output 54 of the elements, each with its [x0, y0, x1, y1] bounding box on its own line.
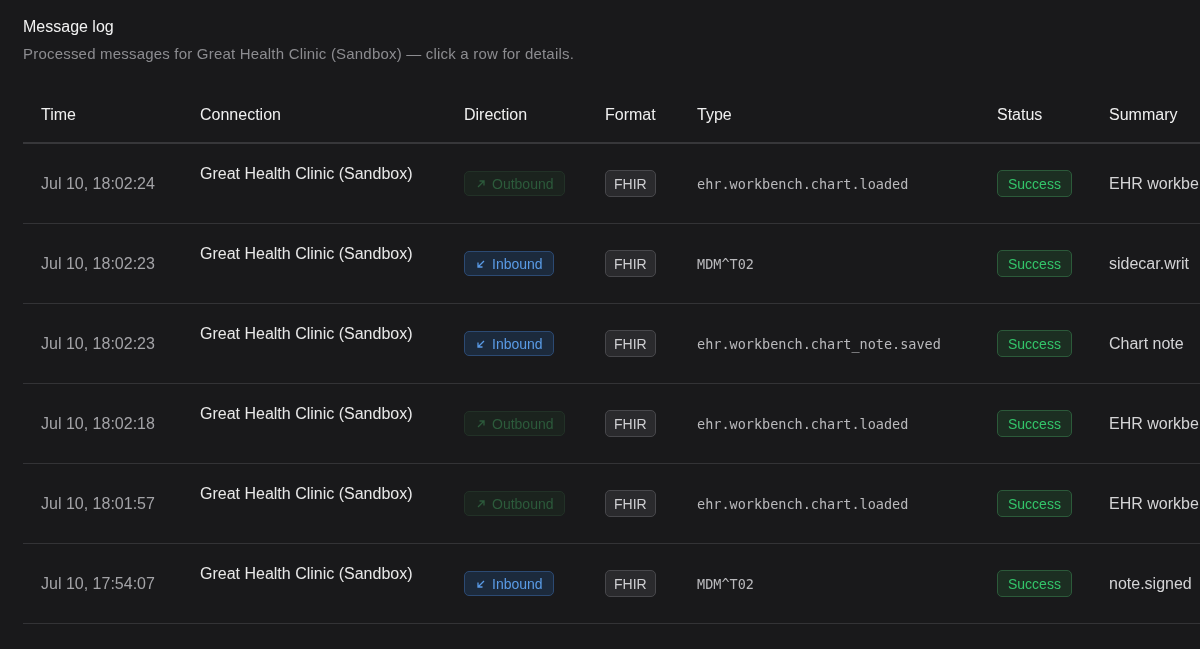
format-badge: FHIR	[605, 570, 656, 597]
summary-cell-text: sidecar.writ	[1108, 254, 1190, 273]
up-right-arrow-icon	[475, 177, 487, 190]
format-badge: FHIR	[605, 250, 656, 277]
table-row[interactable]: Jul 10, 17:54:07 Great Health Clinic (Sandbox) Inbound FHIR MDM^T02 Success note.signed	[23, 544, 1200, 624]
direction-badge: Inbound	[464, 251, 554, 276]
format-badge: FHIR	[605, 490, 656, 517]
column-header: Format	[604, 105, 656, 124]
direction-badge: Inbound	[464, 331, 554, 356]
connection-cell-text: Great Health Clinic (Sandbox)	[199, 485, 413, 503]
summary-cell-text: EHR workbe	[1108, 174, 1199, 193]
time-cell-text: Jul 10, 18:02:18	[40, 414, 155, 433]
page-title: Message log	[23, 17, 115, 37]
summary-cell-text: EHR workbe	[1108, 414, 1199, 433]
status-badge: Success	[997, 330, 1072, 357]
connection-cell-text: Great Health Clinic (Sandbox)	[199, 405, 413, 423]
direction-badge: Inbound	[464, 571, 554, 596]
status-badge: Success	[997, 250, 1072, 277]
connection-cell-text: Great Health Clinic (Sandbox)	[199, 165, 413, 183]
connection-cell-text: Great Health Clinic (Sandbox)	[199, 565, 413, 583]
type-cell-text: ehr.workbench.chart.loaded	[696, 175, 909, 192]
column-header: Status	[996, 105, 1043, 124]
status-badge: Success	[997, 490, 1072, 517]
type-cell-text: ehr.workbench.chart_note.saved	[696, 335, 941, 352]
type-cell-text: MDM^T02	[696, 255, 754, 272]
time-cell-text: Jul 10, 18:01:57	[40, 494, 155, 513]
time-cell-text: Jul 10, 18:02:23	[40, 334, 155, 353]
up-right-arrow-icon	[475, 417, 487, 430]
connection-cell-text: Great Health Clinic (Sandbox)	[199, 325, 413, 343]
time-cell-text: Jul 10, 18:02:23	[40, 254, 155, 273]
type-cell-text: ehr.workbench.chart.loaded	[696, 415, 909, 432]
type-cell-text: ehr.workbench.chart.loaded	[696, 495, 909, 512]
connection-cell-text: Great Health Clinic (Sandbox)	[199, 245, 413, 263]
format-badge: FHIR	[605, 410, 656, 437]
status-badge: Success	[997, 570, 1072, 597]
up-right-arrow-icon	[475, 497, 487, 510]
column-header: Type	[696, 105, 732, 124]
time-cell-text: Jul 10, 18:02:24	[40, 174, 155, 193]
column-header: Time	[40, 105, 76, 124]
column-header: Summary	[1108, 105, 1178, 124]
status-badge: Success	[997, 410, 1072, 437]
type-cell-text: MDM^T02	[696, 575, 754, 592]
summary-cell-text: note.signed	[1108, 574, 1192, 593]
page-subtitle: Processed messages for Great Health Clinic (Sandbox) — click a row for details.	[23, 44, 575, 64]
format-badge: FHIR	[605, 170, 656, 197]
column-header: Direction	[463, 105, 528, 124]
summary-cell-text: Chart note	[1108, 334, 1184, 353]
table-row[interactable]: Jul 10, 18:02:23 Great Health Clinic (Sandbox) Inbound FHIR ehr.workbench.chart_note.saved Success Chart note	[23, 304, 1200, 384]
column-header: Connection	[199, 105, 281, 124]
table-row[interactable]: Jul 10, 18:02:23 Great Health Clinic (Sandbox) Inbound FHIR MDM^T02 Success sidecar.writ	[23, 224, 1200, 304]
time-cell-text: Jul 10, 17:54:07	[40, 574, 155, 593]
status-badge: Success	[997, 170, 1072, 197]
summary-cell-text: EHR workbe	[1108, 494, 1199, 513]
format-badge: FHIR	[605, 330, 656, 357]
